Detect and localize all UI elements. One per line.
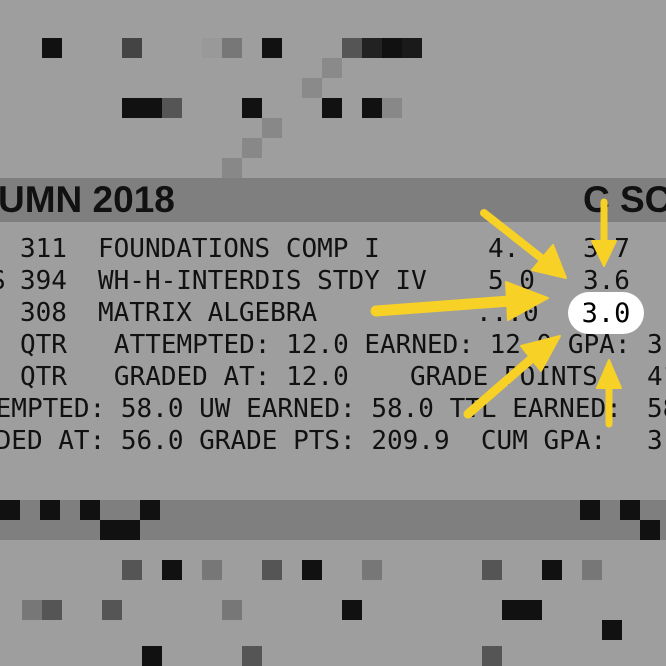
arrow-icon	[370, 281, 549, 321]
arrow-icon	[596, 359, 622, 428]
arrow-icon	[463, 335, 561, 419]
arrow-icon	[591, 198, 617, 267]
arrow-icon	[480, 209, 567, 279]
annotation-arrows	[370, 198, 622, 428]
